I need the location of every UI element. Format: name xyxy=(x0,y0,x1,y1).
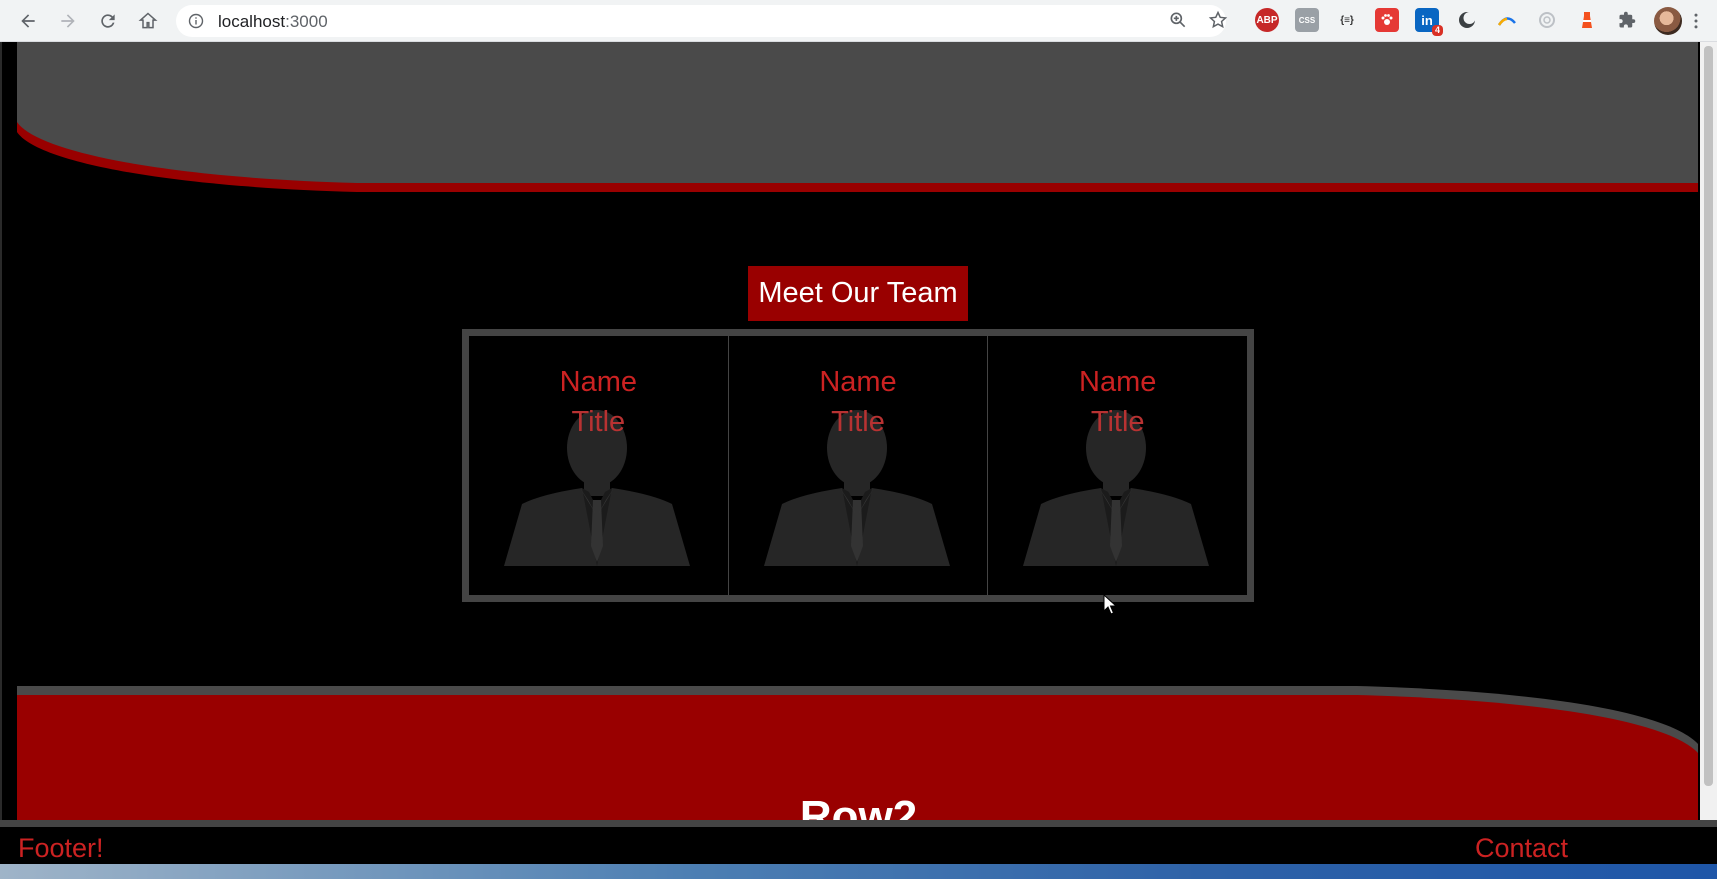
paw-glyph xyxy=(1381,14,1393,25)
arc-extension-icon[interactable] xyxy=(1495,8,1519,32)
target-glyph xyxy=(1539,12,1555,28)
header-wave xyxy=(17,42,1698,192)
team-grid: Name Title Name Title Name Title xyxy=(462,329,1254,602)
member-name: Name xyxy=(1079,366,1157,398)
moon-glyph xyxy=(1459,12,1476,28)
url-port: :3000 xyxy=(285,12,328,31)
team-heading: Meet Our Team xyxy=(748,266,968,321)
home-icon xyxy=(138,12,158,29)
paw-extension-icon[interactable] xyxy=(1375,8,1399,32)
footer-text: Footer! xyxy=(18,833,104,863)
linkedin-icon[interactable]: in 4 xyxy=(1415,8,1443,36)
member-title: Title xyxy=(1090,406,1145,438)
forward-button[interactable] xyxy=(54,7,82,35)
mouse-cursor-icon xyxy=(1103,594,1117,615)
back-button[interactable] xyxy=(14,7,42,35)
puzzle-glyph xyxy=(1619,11,1636,28)
kebab-menu-icon xyxy=(1694,13,1698,29)
team-member-card: Name Title xyxy=(469,336,729,595)
contact-link[interactable]: Contact xyxy=(1475,833,1568,864)
arc-glyph xyxy=(1497,17,1516,26)
member-title: Title xyxy=(571,406,626,438)
json-formatter-icon[interactable]: {≡} xyxy=(1335,8,1359,32)
member-title: Title xyxy=(831,406,885,438)
url-text: localhost:3000 xyxy=(218,12,328,32)
linkedin-badge: 4 xyxy=(1431,25,1443,36)
target-extension-icon[interactable] xyxy=(1535,8,1559,32)
address-bar[interactable]: localhost:3000 xyxy=(176,5,1226,37)
lighthouse-glyph xyxy=(1582,12,1592,28)
adblock-icon[interactable]: ABP xyxy=(1255,8,1279,32)
desktop-background-strip xyxy=(0,864,1717,879)
info-icon[interactable] xyxy=(188,13,204,29)
site-footer: Footer! Contact xyxy=(0,820,1717,865)
member-name: Name xyxy=(819,366,897,398)
star-icon xyxy=(1208,10,1228,29)
adblock-label: ABP xyxy=(1256,14,1278,26)
zoom-button[interactable] xyxy=(1164,6,1192,34)
browser-toolbar: localhost:3000 ABP CSS {≡} in 4 xyxy=(0,0,1717,42)
team-member-card: Name Title xyxy=(729,336,989,595)
reload-icon xyxy=(101,14,115,28)
member-name: Name xyxy=(559,366,638,398)
page-scrollbar[interactable] xyxy=(1700,42,1717,864)
left-border xyxy=(0,42,2,864)
home-button[interactable] xyxy=(134,7,162,35)
bookmark-button[interactable] xyxy=(1204,6,1232,34)
json-formatter-label: {≡} xyxy=(1340,14,1354,26)
lighthouse-icon[interactable] xyxy=(1575,8,1599,32)
css-viewer-label: CSS xyxy=(1298,15,1316,25)
page-viewport: Meet Our Team Name Title Name Title Name… xyxy=(0,42,1717,864)
scrollbar-thumb[interactable] xyxy=(1704,46,1713,786)
profile-avatar[interactable] xyxy=(1654,7,1682,35)
reload-button[interactable] xyxy=(94,7,122,35)
url-host: localhost xyxy=(218,12,286,31)
puzzle-icon[interactable] xyxy=(1615,8,1639,32)
browser-menu-button[interactable] xyxy=(1686,7,1706,35)
zoom-icon xyxy=(1170,12,1186,28)
linkedin-label: in xyxy=(1421,12,1433,28)
arrow-right-icon xyxy=(61,14,75,28)
dark-mode-icon[interactable] xyxy=(1455,8,1479,32)
team-member-card: Name Title xyxy=(988,336,1247,595)
arrow-left-icon xyxy=(21,14,35,28)
css-viewer-icon[interactable]: CSS xyxy=(1295,8,1319,32)
